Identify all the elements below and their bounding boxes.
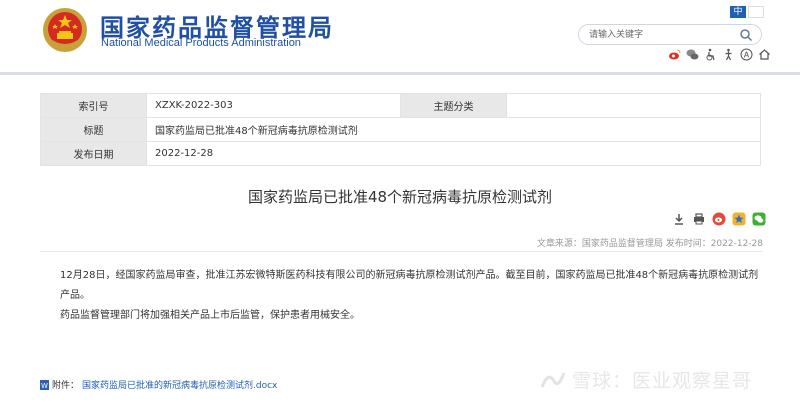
print-icon[interactable] [692,212,706,226]
category-value [506,93,761,118]
lang-other-button[interactable] [748,6,764,18]
article-source-line: 文章来源：国家药品监督管理局 发布时间：2022-12-28 [536,239,763,249]
article-body: 12月28日，经国家药监局审查，批准江苏宏微特斯医药科技有限公司的新冠病毒抗原检… [60,266,766,326]
svg-text:W: W [41,382,48,390]
search-box [578,24,762,45]
title-label: 标题 [40,117,147,142]
weibo-share-icon[interactable] [712,212,726,226]
attachment-label: 附件： [52,381,80,391]
download-icon[interactable] [672,212,686,226]
home-icon[interactable] [758,48,771,61]
national-emblem-icon[interactable] [42,7,88,53]
site-title-en[interactable]: National Medical Products Administration [101,37,301,49]
search-input[interactable] [589,27,729,43]
wechat-icon[interactable] [686,48,699,61]
wechat-share-icon[interactable] [752,212,766,226]
language-icon[interactable]: A [740,48,753,61]
article-meta-table: 索引号 XZXK-2022-303 主题分类 标题 国家药监局已批准48个新冠病… [40,93,761,166]
article-paragraph: 药品监督管理部门将加强相关产品上市后监管，保护患者用械安全。 [60,310,360,321]
title-value: 国家药监局已批准48个新冠病毒抗原检测试剂 [146,117,761,142]
attachment-link[interactable]: 国家药监局已批准的新冠病毒抗原检测试剂.docx [82,378,277,391]
index-value: XZXK-2022-303 [146,93,401,118]
elder-mode-icon[interactable] [722,48,735,61]
xueqiu-logo-icon [540,371,566,388]
attachment-row: W 附件： 国家药监局已批准的新冠病毒抗原检测试剂.docx [40,378,277,391]
header-toolbar: A [668,48,771,61]
date-value: 2022-12-28 [146,141,761,166]
qzone-share-icon[interactable] [732,212,746,226]
table-row: 索引号 XZXK-2022-303 主题分类 [40,93,761,118]
watermark: 雪球：医业观察星哥 [540,366,752,393]
table-row: 发布日期 2022-12-28 [40,141,761,166]
search-icon[interactable] [739,28,753,42]
index-label: 索引号 [40,93,147,118]
watermark-text: 雪球：医业观察星哥 [572,370,753,392]
site-header: 国家药品监督管理局 National Medical Products Admi… [0,0,800,72]
language-switch: 中 [730,6,764,18]
weibo-icon[interactable] [668,48,681,61]
article-title: 国家药监局已批准48个新冠病毒抗原检测试剂 [247,188,553,206]
table-row: 标题 国家药监局已批准48个新冠病毒抗原检测试剂 [40,117,761,142]
svg-text:A: A [744,51,750,60]
article-paragraph: 12月28日，经国家药监局审查，批准江苏宏微特斯医药科技有限公司的新冠病毒抗原检… [60,270,759,301]
share-toolbar [672,212,766,226]
word-file-icon: W [40,379,49,390]
header-divider [0,72,800,75]
date-label: 发布日期 [40,141,147,166]
lang-zh-button[interactable]: 中 [730,6,746,18]
content-divider [40,251,762,252]
category-label: 主题分类 [400,93,507,118]
accessibility-icon[interactable] [704,48,717,61]
